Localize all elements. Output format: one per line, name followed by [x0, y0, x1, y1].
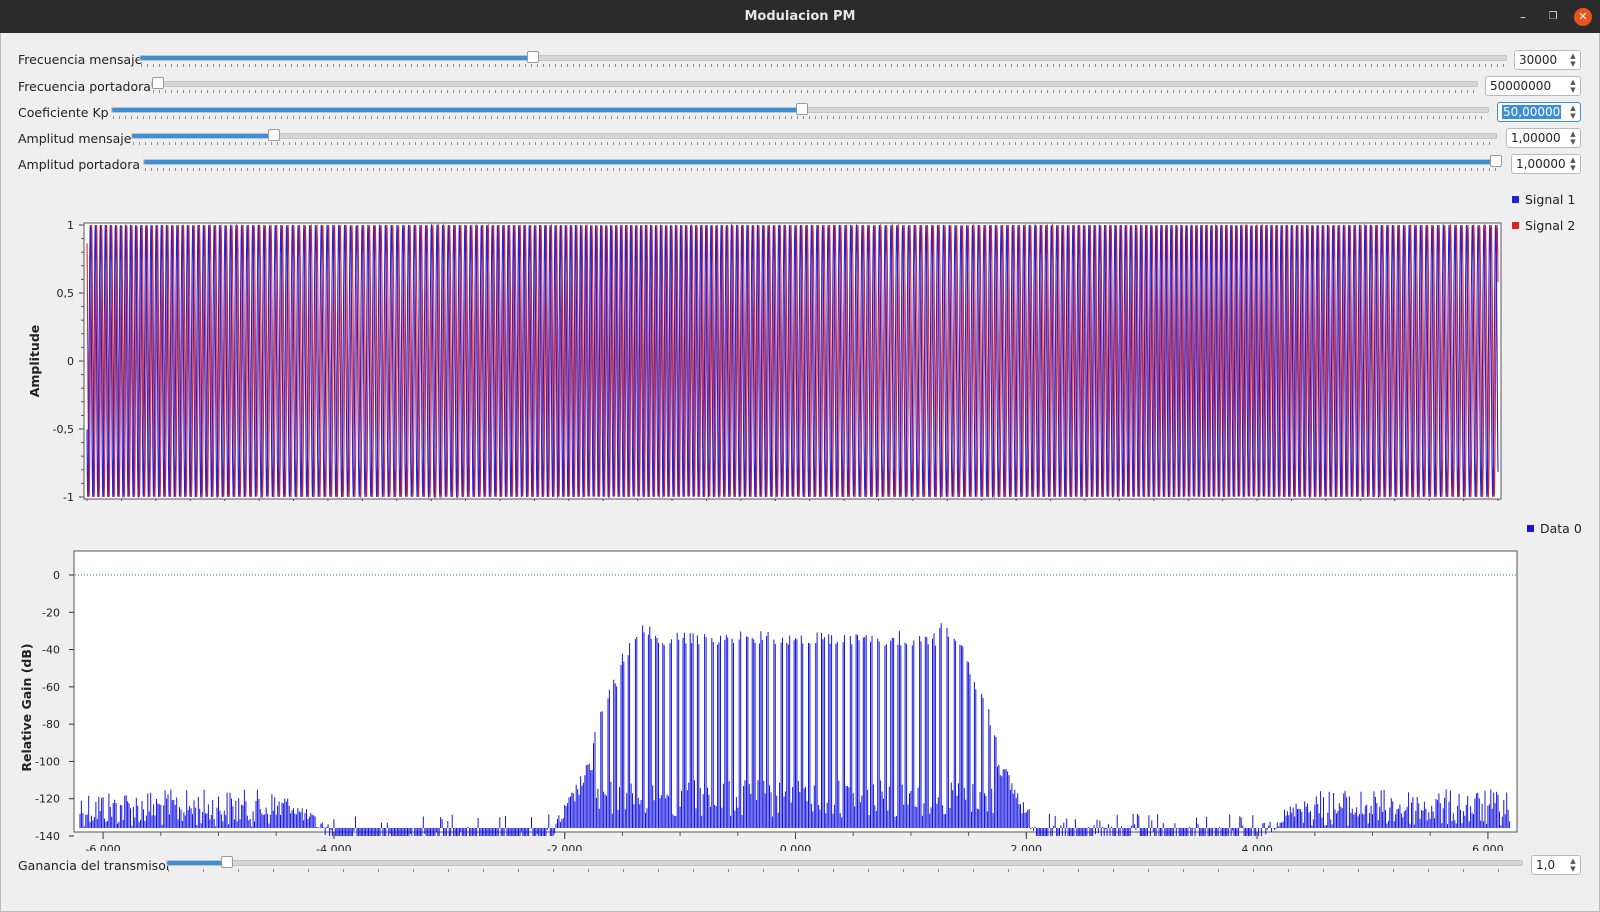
- slider-frecuencia-portadora[interactable]: [151, 77, 1478, 89]
- slider-ticks: [141, 64, 1505, 67]
- legend-swatch: [1527, 525, 1534, 532]
- x-tick-label: 6.000: [1472, 843, 1504, 851]
- slider-ganancia-transmisor[interactable]: [166, 856, 1523, 868]
- y-tick-label: -80: [42, 718, 60, 731]
- y-tick-label: -0,5: [53, 423, 74, 436]
- y-tick-label: -60: [42, 681, 60, 694]
- window-title: Modulacion PM: [744, 9, 856, 24]
- slider-ticks: [153, 90, 1476, 93]
- control-label: Frecuencia portadora: [18, 79, 151, 94]
- time-domain-plot[interactable]: 10,50-0,5-1020406080Time (us)Amplitude: [1, 181, 1599, 501]
- x-tick-label: -2.000: [547, 843, 582, 851]
- y-tick-label: 1: [67, 219, 74, 232]
- y-axis-title: Amplitude: [27, 325, 42, 398]
- legend-swatch: [1512, 222, 1519, 229]
- spin-up-icon[interactable]: ▲: [1568, 130, 1578, 138]
- y-tick-label: -100: [35, 755, 60, 768]
- slider-fill: [112, 108, 801, 112]
- slider-ticks: [113, 116, 1487, 119]
- title-bar: Modulacion PM – ❐ ✕: [0, 0, 1600, 33]
- legend-data-0[interactable]: Data 0: [1527, 521, 1582, 536]
- legend-swatch: [1512, 196, 1519, 203]
- spinbox-value: 50,00000: [1502, 105, 1562, 119]
- spinbox-frecuencia-portadora[interactable]: 50000000 ▲ ▼: [1485, 76, 1581, 96]
- spinbox-value: 1,00000: [1516, 157, 1566, 171]
- x-tick-label: -6.000: [85, 843, 120, 851]
- spin-down-icon[interactable]: ▼: [1568, 138, 1578, 146]
- slider-frecuencia-mensaje[interactable]: [139, 51, 1507, 63]
- slider-fill: [140, 56, 532, 60]
- slider-ticks: [145, 168, 1497, 171]
- slider-handle[interactable]: [152, 77, 164, 89]
- y-tick-label: -40: [42, 644, 60, 657]
- slider-handle[interactable]: [221, 856, 233, 868]
- spinbox-value: 30000: [1519, 53, 1558, 67]
- maximize-icon[interactable]: ❐: [1544, 8, 1562, 26]
- y-axis-title: Relative Gain (dB): [19, 643, 34, 771]
- slider-fill: [144, 160, 1495, 164]
- spinbox-ganancia-transmisor[interactable]: 1,0 ▲ ▼: [1531, 855, 1581, 875]
- x-tick-label: 2.000: [1011, 843, 1043, 851]
- close-icon[interactable]: ✕: [1574, 8, 1592, 26]
- spin-down-icon[interactable]: ▼: [1568, 865, 1578, 873]
- slider-amplitud-portadora[interactable]: [143, 155, 1502, 167]
- spin-down-icon[interactable]: ▼: [1568, 86, 1578, 94]
- slider-handle[interactable]: [527, 51, 539, 63]
- legend-signal-1[interactable]: Signal 1: [1512, 192, 1575, 207]
- spin-up-icon[interactable]: ▲: [1568, 52, 1578, 60]
- minimize-icon[interactable]: –: [1514, 8, 1532, 26]
- slider-fill: [132, 134, 273, 138]
- spinbox-amplitud-mensaje[interactable]: 1,00000 ▲ ▼: [1506, 128, 1581, 148]
- control-label: Amplitud mensaje: [18, 131, 132, 146]
- spinbox-value: 1,0: [1536, 858, 1556, 872]
- y-tick-label: -20: [42, 606, 60, 619]
- spin-down-icon[interactable]: ▼: [1568, 60, 1578, 68]
- y-tick-label: 0: [67, 355, 74, 368]
- x-tick-label: 4.000: [1241, 843, 1273, 851]
- slider-ticks: [168, 869, 1521, 872]
- spinbox-value: 1,00000: [1511, 131, 1561, 145]
- spinbox-coeficiente-kp[interactable]: 50,00000 ▲ ▼: [1497, 102, 1581, 122]
- slider-handle[interactable]: [796, 103, 808, 115]
- slider-ticks: [133, 142, 1495, 145]
- slider-handle[interactable]: [1490, 155, 1502, 167]
- y-tick-label: -1: [63, 491, 74, 501]
- frequency-domain-plot[interactable]: 0 -20 -40 -60 -80 -100 -120 -140 -6.000 -4.000 -2.…: [1, 511, 1599, 851]
- y-tick-label: 0,5: [57, 287, 75, 300]
- slider-fill: [167, 861, 226, 865]
- spin-up-icon[interactable]: ▲: [1568, 857, 1578, 865]
- y-tick-label: -140: [35, 830, 60, 843]
- slider-amplitud-mensaje[interactable]: [131, 129, 1497, 141]
- spin-up-icon[interactable]: ▲: [1568, 104, 1578, 112]
- x-tick-label: -4.000: [316, 843, 351, 851]
- legend-label: Signal 1: [1525, 192, 1576, 207]
- legend-label: Data 0: [1540, 521, 1582, 536]
- control-label: Frecuencia mensaje: [18, 52, 143, 67]
- spinbox-frecuencia-mensaje[interactable]: 30000 ▲ ▼: [1514, 50, 1581, 70]
- control-label: Ganancia del transmisor: [18, 858, 171, 873]
- main-window: Frecuencia mensaje 30000 ▲ ▼ Frecuencia …: [0, 33, 1600, 912]
- spin-up-icon[interactable]: ▲: [1568, 78, 1578, 86]
- x-tick-label: 0.000: [780, 843, 812, 851]
- y-tick-label: 0: [53, 569, 60, 582]
- spinbox-value: 50000000: [1490, 79, 1552, 93]
- legend-signal-2[interactable]: Signal 2: [1512, 218, 1575, 233]
- slider-handle[interactable]: [268, 129, 280, 141]
- control-label: Amplitud portadora: [18, 157, 141, 172]
- spin-down-icon[interactable]: ▼: [1568, 112, 1578, 120]
- y-tick-label: -120: [35, 793, 60, 806]
- spin-down-icon[interactable]: ▼: [1568, 164, 1578, 172]
- spinbox-amplitud-portadora[interactable]: 1,00000 ▲ ▼: [1511, 154, 1581, 174]
- spin-up-icon[interactable]: ▲: [1568, 156, 1578, 164]
- legend-label: Signal 2: [1525, 218, 1576, 233]
- control-label: Coeficiente Kp: [18, 105, 109, 120]
- slider-coeficiente-kp[interactable]: [111, 103, 1489, 115]
